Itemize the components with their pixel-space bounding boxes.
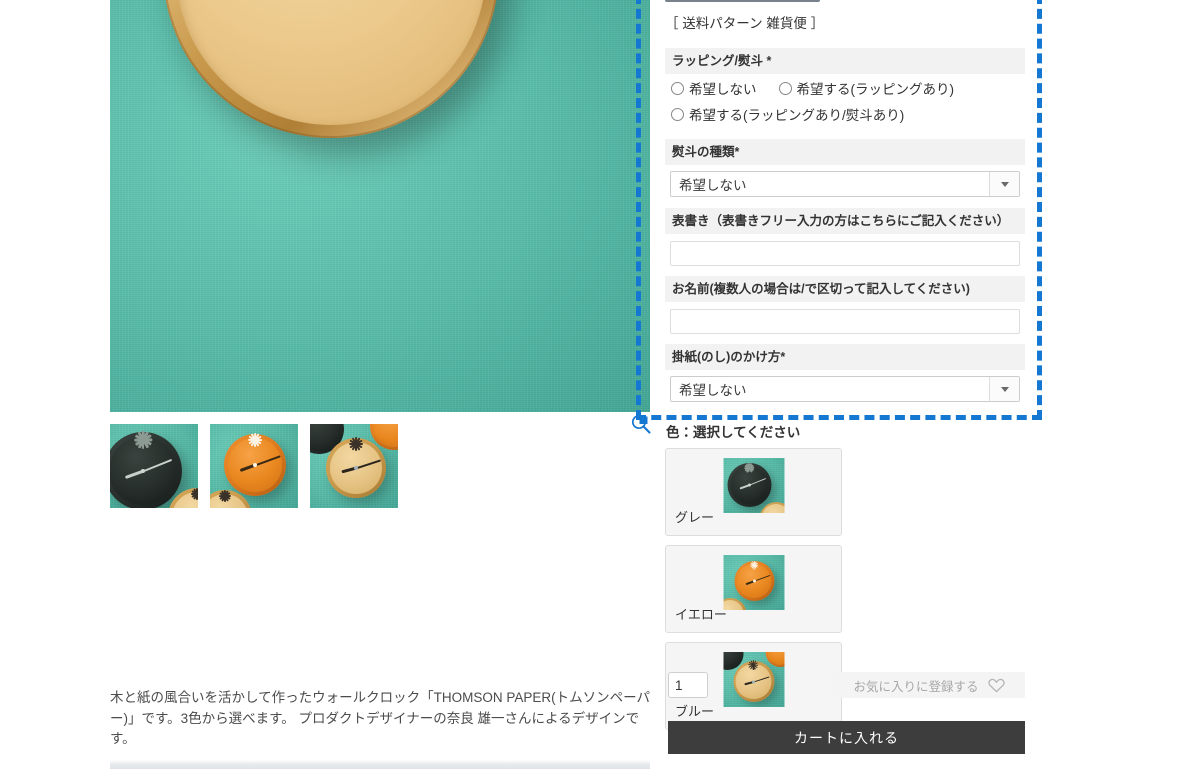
field-label-noshi-type: 熨斗の種類* <box>665 139 1025 165</box>
add-to-favorites-label: お気に入りに登録する <box>853 679 979 694</box>
swatch-clock-orange <box>734 560 774 601</box>
purchase-controls-row: お気に入りに登録する <box>665 672 1025 698</box>
add-to-cart-button[interactable]: カートに入れる <box>668 721 1025 754</box>
color-swatch-label: イエロー <box>675 607 727 622</box>
field-omotegaki: 表書き（表書きフリー入力の方はこちらにご記入ください） <box>665 208 1025 266</box>
field-label-omotegaki: 表書き（表書きフリー入力の方はこちらにご記入ください） <box>665 208 1025 234</box>
field-wrapping-noshi: ラッピング/熨斗 * 希望しない 希望する(ラッピングあり) 希望する(ラッピン… <box>665 48 1025 124</box>
color-swatch-label: グレー <box>675 510 715 525</box>
customer-name-input[interactable] <box>670 309 1020 334</box>
select-value: 希望しない <box>679 178 747 193</box>
chevron-down-icon[interactable] <box>989 172 1019 196</box>
select-noshi-type[interactable]: 希望しない <box>670 171 1020 197</box>
radio-circle-icon[interactable] <box>671 107 684 121</box>
product-options-column: ［ 送料パターン 雑貨便 ］ ラッピング/熨斗 * 希望しない 希望する(ラッピ… <box>665 0 1025 769</box>
radio-label: 希望しない <box>689 82 757 97</box>
thumbnail-2[interactable] <box>310 424 398 508</box>
add-to-favorites-button[interactable]: お気に入りに登録する <box>833 672 1025 698</box>
radio-option-wrapping-and-noshi[interactable]: 希望する(ラッピングあり/熨斗あり) <box>671 104 904 124</box>
partially-visible-top-button[interactable] <box>665 0 820 2</box>
radio-option-wrapping-only[interactable]: 希望する(ラッピングあり) <box>778 78 955 98</box>
thumbnail-clock-cream <box>326 437 386 498</box>
thumbnail-clock-orange <box>224 433 286 496</box>
radio-circle-icon[interactable] <box>778 81 792 95</box>
radio-row-wrapping-2: 希望する(ラッピングあり/熨斗あり) <box>665 98 1025 124</box>
main-product-photo <box>110 0 650 412</box>
radio-label: 希望する(ラッピングあり) <box>796 82 955 97</box>
radio-label: 希望する(ラッピングあり/熨斗あり) <box>689 108 905 123</box>
zoom-magnifier-icon[interactable] <box>630 413 652 435</box>
secondary-product-image[interactable] <box>110 760 650 769</box>
field-kakegami: 掛紙(のし)のかけ方* 希望しない <box>665 344 1025 402</box>
chevron-down-icon[interactable] <box>989 377 1019 401</box>
select-value: 希望しない <box>679 383 747 398</box>
omotegaki-input[interactable] <box>670 241 1020 266</box>
field-label-kakegami: 掛紙(のし)のかけ方* <box>665 344 1025 370</box>
product-gallery-column: 木と紙の風合いを活かして作ったウォールクロック「THOMSON PAPER(トム… <box>110 0 652 769</box>
field-label-wrapping: ラッピング/熨斗 * <box>665 48 1025 74</box>
color-swatch-label: ブルー <box>675 704 715 719</box>
radio-circle-icon[interactable] <box>671 81 684 95</box>
product-detail-page: 木と紙の風合いを活かして作ったウォールクロック「THOMSON PAPER(トム… <box>0 0 1184 769</box>
thumbnail-clock-gray <box>110 431 182 508</box>
radio-option-no-wrapping[interactable]: 希望しない <box>671 78 757 98</box>
thumbnail-1[interactable] <box>210 424 298 508</box>
product-description: 木と紙の風合いを活かして作ったウォールクロック「THOMSON PAPER(トム… <box>110 690 650 746</box>
shipping-pattern-note: ［ 送料パターン 雑貨便 ］ <box>665 16 825 31</box>
main-product-image[interactable] <box>110 0 650 412</box>
field-label-customer-name: お名前(複数人の場合は/で区切って記入してください) <box>665 276 1025 302</box>
field-customer-name: お名前(複数人の場合は/で区切って記入してください) <box>665 276 1025 334</box>
radio-row-wrapping-1: 希望しない 希望する(ラッピングあり) <box>665 74 1025 98</box>
swatch-clock-gray <box>727 462 771 507</box>
color-swatch-gray[interactable]: グレー <box>665 448 842 536</box>
thumbnail-strip <box>110 424 398 508</box>
heart-outline-icon <box>987 678 1005 693</box>
color-selector-title: 色：選択してください <box>666 425 801 440</box>
thumbnail-0[interactable] <box>110 424 198 508</box>
color-swatch-image-gray <box>723 458 784 513</box>
quantity-input[interactable] <box>668 672 708 698</box>
color-swatch-image-yellow <box>723 555 784 610</box>
color-swatch-yellow[interactable]: イエロー <box>665 545 842 633</box>
select-kakegami[interactable]: 希望しない <box>670 376 1020 402</box>
field-noshi-type: 熨斗の種類* 希望しない <box>665 139 1025 197</box>
